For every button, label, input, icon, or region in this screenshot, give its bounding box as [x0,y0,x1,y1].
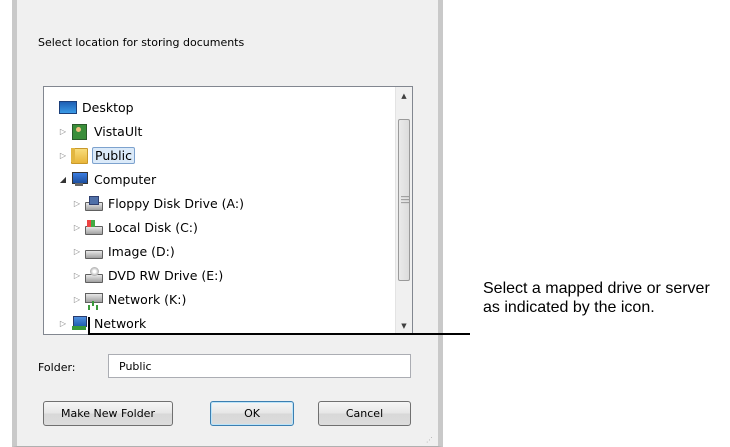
scrollbar-thumb[interactable]: ― ― ― [398,119,410,281]
tree-item-label: Local Disk (C:) [108,219,198,235]
make-new-folder-button[interactable]: Make New Folder [43,401,173,426]
expand-arrow-icon[interactable]: ▷ [72,222,82,232]
tree-item-image[interactable]: ▷ Image (D:) [72,241,177,261]
collapse-arrow-icon[interactable]: ◢ [58,174,68,184]
tree-item-label: DVD RW Drive (E:) [108,267,224,283]
tree-item-label: Network [94,315,147,331]
callout-text: Select a mapped drive or server as indic… [483,280,710,316]
grip-icon: ― ― ― [401,192,409,207]
dvd-drive-icon [84,267,103,283]
scroll-down-arrow-icon[interactable]: ▼ [396,317,412,334]
tree-item-label: VistaUlt [94,123,143,139]
tree-item-dvd[interactable]: ▷ DVD RW Drive (E:) [72,265,225,285]
browse-folder-dialog: Select location for storing documents De… [12,0,443,447]
dialog-prompt: Select location for storing documents [38,36,245,49]
expand-arrow-icon[interactable]: ▷ [72,198,82,208]
resize-grip-icon[interactable]: ⋰ [426,436,434,444]
expand-arrow-icon[interactable]: ▷ [72,246,82,256]
tree-item-computer[interactable]: ◢ Computer [58,169,158,189]
desktop-icon [58,99,77,115]
network-drive-icon [84,291,103,307]
scroll-up-arrow-icon[interactable]: ▲ [396,87,412,104]
tree-item-public[interactable]: ▷ Public [58,145,135,165]
floppy-drive-icon [84,195,103,211]
tree-item-local-disk[interactable]: ▷ Local Disk (C:) [72,217,200,237]
expand-arrow-icon[interactable]: ▷ [58,318,68,328]
tree-item-network[interactable]: ▷ Network [58,313,148,333]
drive-icon [84,243,103,259]
local-disk-icon [84,219,103,235]
tree-item-label: Network (K:) [108,291,187,307]
expand-arrow-icon[interactable]: ▷ [72,294,82,304]
folder-icon [70,147,88,164]
folder-tree[interactable]: Desktop ▷ VistaUlt ▷ Public ◢ Computer ▷… [43,86,413,335]
tree-item-label: Public [92,146,135,164]
tree-item-label: Floppy Disk Drive (A:) [108,195,244,211]
tree-item-label: Desktop [82,99,134,115]
tree-item-label: Computer [94,171,157,187]
expand-arrow-icon[interactable]: ▷ [72,270,82,280]
folder-tree-list: Desktop ▷ VistaUlt ▷ Public ◢ Computer ▷… [44,87,395,334]
tree-item-desktop[interactable]: Desktop [58,97,136,117]
ok-button[interactable]: OK [210,401,294,426]
tree-scrollbar[interactable]: ▲ ― ― ― ▼ [395,87,412,334]
folder-field[interactable] [108,354,411,378]
user-folder-icon [70,123,88,140]
cancel-button[interactable]: Cancel [318,401,411,426]
tree-item-vistault[interactable]: ▷ VistaUlt [58,121,144,141]
folder-label: Folder: [38,361,76,374]
tree-item-network-k[interactable]: ▷ Network (K:) [72,289,188,309]
callout-leader-line [90,333,470,335]
expand-arrow-icon[interactable]: ▷ [58,150,68,160]
tree-item-label: Image (D:) [108,243,175,259]
computer-icon [70,171,88,187]
expand-arrow-icon[interactable]: ▷ [58,126,68,136]
network-icon [70,315,88,331]
tree-item-floppy[interactable]: ▷ Floppy Disk Drive (A:) [72,193,246,213]
